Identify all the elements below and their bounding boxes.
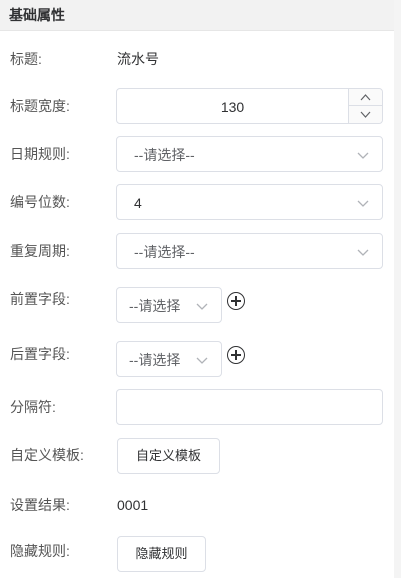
decrement-button[interactable] <box>349 106 382 123</box>
chevron-up-icon <box>360 94 371 101</box>
add-suffix-plus-icon[interactable] <box>227 346 245 364</box>
section-header: 基础属性 <box>0 0 394 31</box>
add-prefix-plus-icon[interactable] <box>227 292 245 310</box>
title-label: 标题: <box>10 51 42 67</box>
chevron-down-icon <box>360 111 371 118</box>
result-value: 0001 <box>117 497 149 513</box>
custom-template-label: 自定义模板: <box>10 447 84 463</box>
prefix-field-select[interactable]: --请选择 <box>116 287 222 323</box>
date-rule-label: 日期规则: <box>10 146 70 162</box>
custom-template-button[interactable]: 自定义模板 <box>117 438 220 474</box>
prefix-field-label: 前置字段: <box>10 291 70 307</box>
repeat-cycle-label: 重复周期: <box>10 243 70 259</box>
increment-button[interactable] <box>349 89 382 106</box>
digits-selected: 4 <box>134 195 142 211</box>
digits-select[interactable]: 4 <box>116 184 383 220</box>
chevron-down-icon <box>357 152 369 159</box>
chevron-down-icon <box>196 357 208 364</box>
date-rule-select[interactable]: --请选择-- <box>116 136 383 172</box>
suffix-field-label: 后置字段: <box>10 346 70 362</box>
chevron-down-icon <box>196 303 208 310</box>
suffix-field-select[interactable]: --请选择 <box>116 341 222 377</box>
result-label: 设置结果: <box>10 497 70 513</box>
separator-label: 分隔符: <box>10 399 56 415</box>
title-width-label: 标题宽度: <box>10 98 70 114</box>
number-spinner <box>348 89 382 123</box>
separator-input[interactable] <box>116 389 383 425</box>
title-value: 流水号 <box>117 51 159 67</box>
repeat-cycle-select[interactable]: --请选择-- <box>116 233 383 269</box>
digits-label: 编号位数: <box>10 194 70 210</box>
repeat-cycle-selected: --请选择-- <box>134 244 195 260</box>
prefix-field-selected: --请选择 <box>129 298 181 314</box>
suffix-field-selected: --请选择 <box>129 352 181 368</box>
section-title: 基础属性 <box>9 7 65 23</box>
basic-properties-panel: 基础属性 标题: 流水号 标题宽度: 130 日期规则: --请选择-- 编号位… <box>0 0 394 578</box>
title-width-number-input[interactable]: 130 <box>116 88 383 124</box>
hide-rule-button[interactable]: 隐藏规则 <box>117 536 206 572</box>
title-width-value: 130 <box>220 99 245 115</box>
hide-rule-label: 隐藏规则: <box>10 543 70 559</box>
chevron-down-icon <box>357 249 369 256</box>
chevron-down-icon <box>357 200 369 207</box>
date-rule-selected: --请选择-- <box>134 147 195 163</box>
vertical-scrollbar[interactable] <box>394 0 401 578</box>
